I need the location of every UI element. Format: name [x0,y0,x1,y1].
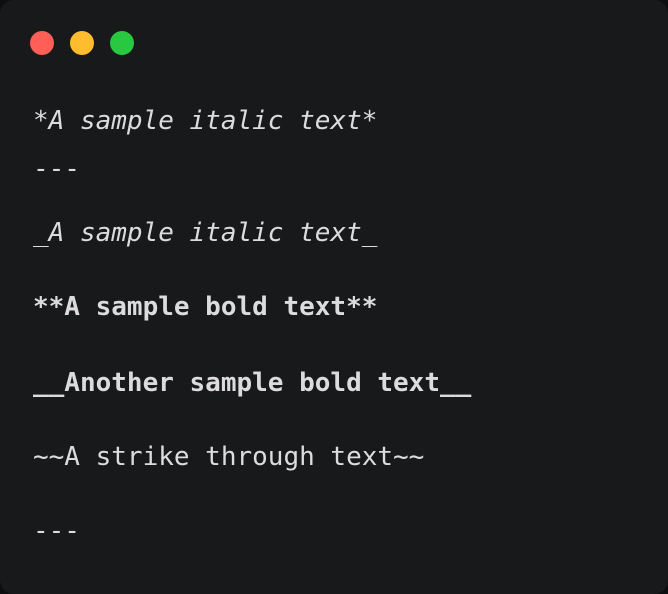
code-line-bold-asterisk: **A sample bold text** [33,292,378,322]
code-line-hr: --- [33,154,80,184]
zoom-button[interactable] [110,31,134,55]
code-line-bold-underscore: __Another sample bold text__ [33,368,472,398]
close-button[interactable] [30,31,54,55]
code-line-strikethrough: ~~A strike through text~~ [33,442,425,472]
code-line-italic-underscore: _A sample italic text_ [33,218,378,248]
code-window: *A sample italic text* --- _A sample ita… [0,0,668,594]
code-line-hr-2: --- [33,516,80,546]
minimize-button[interactable] [70,31,94,55]
code-line-italic-asterisk: *A sample italic text* [33,106,378,136]
